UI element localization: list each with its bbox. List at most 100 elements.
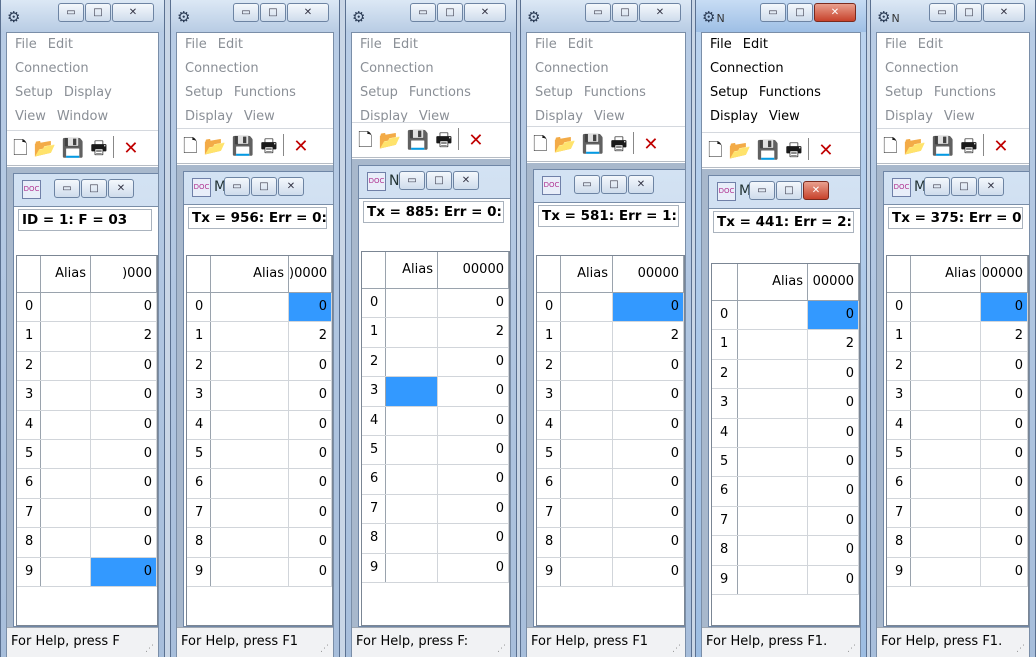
value-cell[interactable]: 0 (91, 381, 157, 410)
menu-item-file[interactable]: File (360, 37, 382, 52)
row-header[interactable]: 2 (362, 347, 386, 377)
value-cell[interactable]: 2 (613, 322, 684, 351)
register-grid[interactable]: Alias 00000 0 0 1 2 2 0 3 0 4 0 5 0 6 0 7 0 8 0 9 0 (536, 255, 685, 626)
value-cell[interactable]: 0 (981, 381, 1028, 410)
child-maximize-button[interactable]: □ (951, 177, 977, 196)
alias-cell[interactable] (561, 498, 613, 528)
row-header[interactable]: 4 (887, 410, 911, 439)
alias-cell[interactable] (561, 557, 613, 586)
menu-item-connection[interactable]: Connection (535, 61, 609, 76)
row-header[interactable]: 5 (712, 447, 738, 477)
alias-cell[interactable] (211, 381, 289, 410)
print-icon[interactable]: 🖶 (90, 136, 107, 165)
alias-cell[interactable] (386, 406, 438, 435)
value-cell[interactable]: 0 (289, 557, 332, 586)
column-header-address[interactable]: 00000 (613, 256, 684, 292)
open-file-icon[interactable]: 📂 (378, 130, 400, 151)
value-cell[interactable]: 2 (438, 318, 509, 347)
alias-cell[interactable] (738, 536, 808, 565)
row-header[interactable]: 4 (537, 410, 561, 439)
row-header[interactable]: 2 (887, 351, 911, 381)
alias-cell[interactable] (561, 351, 613, 381)
alias-cell[interactable] (561, 469, 613, 498)
menu-item-window[interactable]: Window (57, 109, 108, 124)
menu-item-display[interactable]: Display (535, 109, 583, 124)
row-header[interactable]: 3 (537, 381, 561, 410)
value-cell[interactable]: 2 (289, 322, 332, 351)
menu-item-connection[interactable]: Connection (185, 61, 259, 76)
alias-cell[interactable] (41, 498, 91, 528)
register-grid[interactable]: Alias)000 0 0 1 2 2 0 3 0 4 0 5 0 6 0 7 0 8 0 9 0 (16, 255, 158, 626)
child-maximize-button[interactable]: □ (251, 177, 277, 196)
row-header[interactable]: 6 (537, 469, 561, 498)
value-cell[interactable]: 0 (289, 439, 332, 469)
alias-cell[interactable] (41, 381, 91, 410)
child-title-bar[interactable]: DOC ▭ □ ✕ (534, 170, 685, 202)
maximize-button[interactable]: □ (612, 3, 638, 22)
alias-cell[interactable] (211, 351, 289, 381)
register-grid[interactable]: Alias)0000 0 0 1 2 2 0 3 0 4 0 5 0 6 0 7 0 8 0 9 0 (186, 255, 333, 626)
alias-cell[interactable] (911, 498, 981, 528)
alias-cell[interactable] (386, 289, 438, 318)
column-header-alias[interactable]: Alias (41, 256, 91, 292)
row-header[interactable]: 2 (17, 351, 41, 381)
row-header[interactable]: 1 (887, 322, 911, 351)
menu-item-file[interactable]: File (885, 37, 907, 52)
row-header[interactable]: 8 (537, 528, 561, 557)
menu-item-connection[interactable]: Connection (15, 61, 89, 76)
value-cell[interactable]: 0 (981, 410, 1028, 439)
row-header[interactable]: 5 (187, 439, 211, 469)
menu-item-file[interactable]: File (15, 37, 37, 52)
value-cell[interactable]: 0 (981, 557, 1028, 586)
delete-icon[interactable]: ✕ (818, 140, 833, 161)
row-header[interactable]: 6 (187, 469, 211, 498)
row-header[interactable]: 4 (187, 410, 211, 439)
row-header[interactable]: 6 (17, 469, 41, 498)
row-header[interactable]: 5 (887, 439, 911, 469)
row-header[interactable]: 1 (17, 322, 41, 351)
alias-cell[interactable] (911, 557, 981, 586)
row-header[interactable]: 6 (712, 477, 738, 506)
menu-item-edit[interactable]: Edit (218, 37, 243, 52)
save-icon[interactable]: 💾 (232, 136, 254, 157)
menu-item-functions[interactable]: Functions (934, 85, 996, 100)
value-cell[interactable]: 0 (91, 351, 157, 381)
menu-item-file[interactable]: File (710, 37, 732, 52)
value-cell[interactable]: 0 (91, 293, 157, 322)
alias-cell[interactable] (738, 359, 808, 389)
column-header-alias[interactable]: Alias (386, 252, 438, 288)
row-header[interactable]: 1 (537, 322, 561, 351)
child-title-bar[interactable]: DOC M ▭ □ ✕ (709, 176, 860, 208)
register-grid[interactable]: Alias 00000 0 0 1 2 2 0 3 0 4 0 5 0 6 0 7 0 8 0 9 0 (361, 251, 510, 626)
value-cell[interactable]: 0 (613, 439, 684, 469)
child-window[interactable]: DOC ▭ □ ✕ ID = 1: F = 03 Alias)000 0 0 1 2 2 0 3 0 4 0 5… (13, 173, 158, 627)
alias-cell[interactable] (561, 528, 613, 557)
row-header[interactable]: 4 (362, 406, 386, 435)
new-file-icon[interactable]: 🗋 (358, 128, 372, 157)
print-icon[interactable]: 🖶 (785, 138, 802, 167)
close-button[interactable]: ✕ (983, 3, 1025, 22)
child-title-bar[interactable]: DOCM...▭□✕ (884, 172, 1029, 204)
child-minimize-button[interactable]: ▭ (54, 179, 80, 198)
alias-cell[interactable] (561, 293, 613, 322)
menu-item-view[interactable]: View (594, 109, 625, 124)
value-cell[interactable]: 0 (289, 469, 332, 498)
title-bar[interactable]: ⚙N ▭ □ ✕ (696, 0, 866, 32)
menu-item-view[interactable]: View (944, 109, 975, 124)
close-button[interactable]: ✕ (639, 3, 681, 22)
value-cell[interactable]: 0 (981, 498, 1028, 528)
print-icon[interactable]: 🖶 (960, 134, 977, 163)
value-cell[interactable]: 0 (438, 377, 509, 406)
value-cell[interactable]: 0 (438, 524, 509, 553)
row-header[interactable]: 3 (187, 381, 211, 410)
alias-cell[interactable] (738, 447, 808, 477)
child-window[interactable]: DOC ▭ □ ✕ Tx = 581: Err = 1: Alias 00000 0 0 1 2 2 0… (533, 169, 685, 627)
alias-cell[interactable] (211, 322, 289, 351)
value-cell[interactable]: 0 (981, 439, 1028, 469)
new-file-icon[interactable]: 🗋 (533, 132, 547, 161)
row-header[interactable]: 1 (362, 318, 386, 347)
row-header[interactable]: 4 (712, 418, 738, 447)
menu-item-edit[interactable]: Edit (393, 37, 418, 52)
row-header[interactable]: 8 (17, 528, 41, 557)
alias-cell[interactable] (211, 293, 289, 322)
